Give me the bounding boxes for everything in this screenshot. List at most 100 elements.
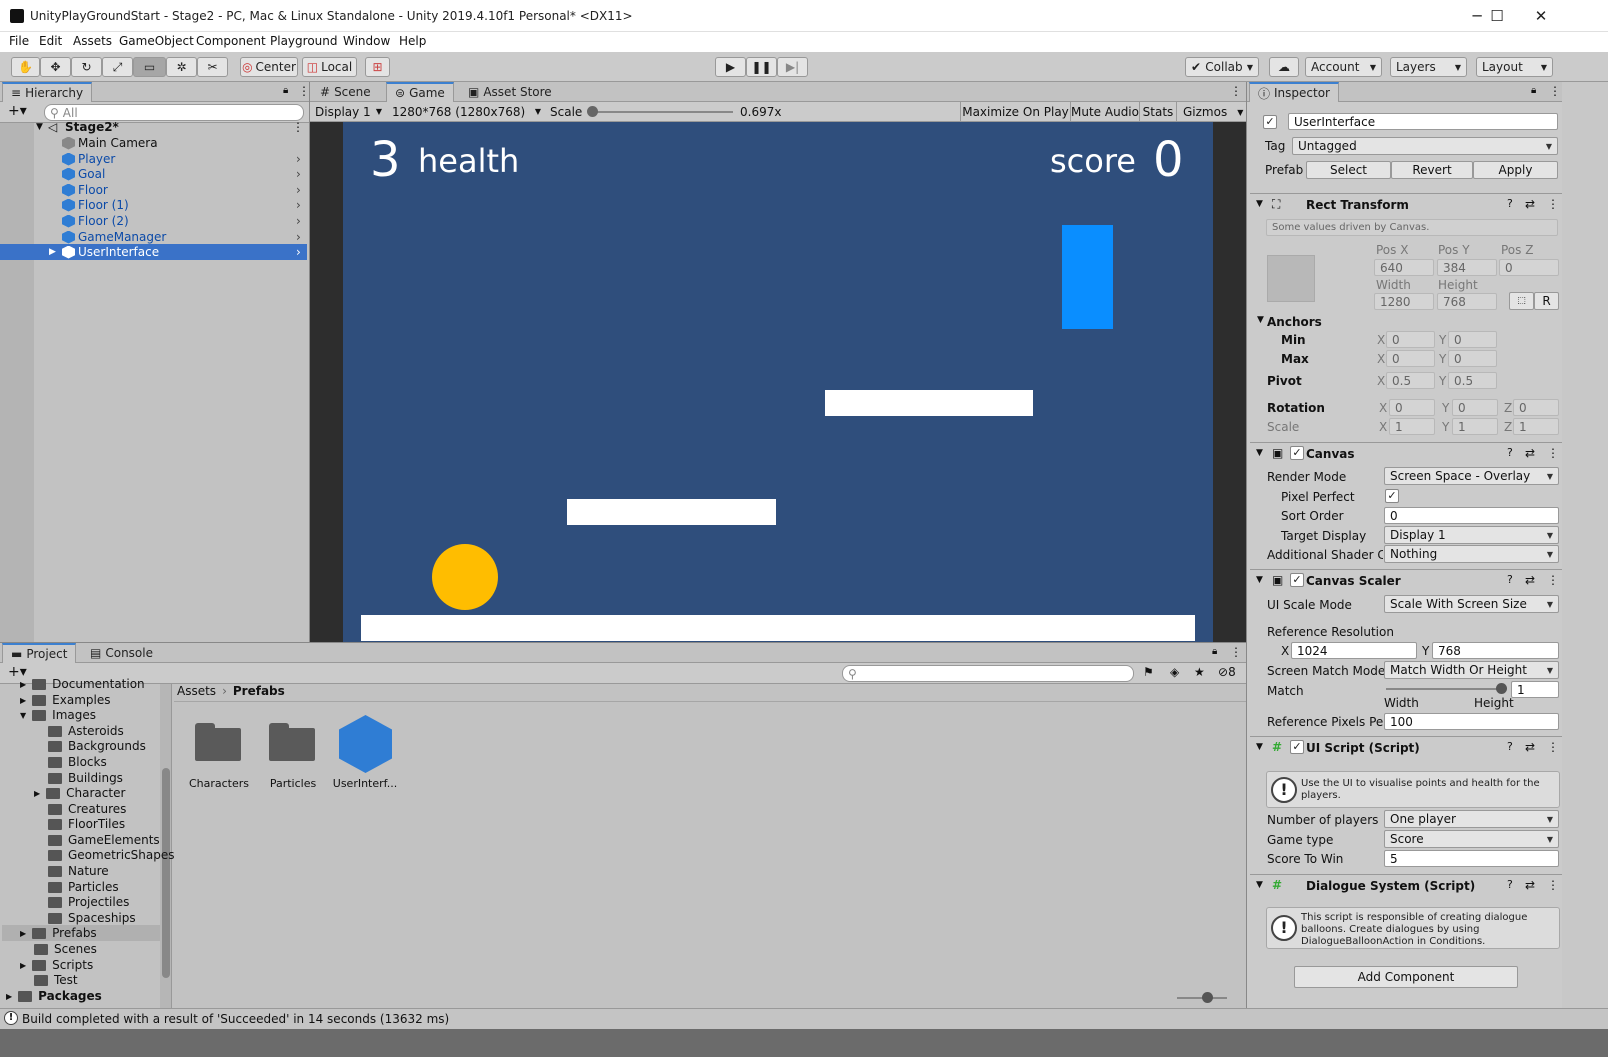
prefab-select-button[interactable]: Select: [1306, 161, 1391, 179]
blueprint-mode-icon[interactable]: ⬚: [1509, 292, 1534, 310]
rotation-x-field[interactable]: 0: [1389, 399, 1435, 416]
active-checkbox[interactable]: ✓: [1263, 115, 1277, 129]
canvas-scaler-enabled-checkbox[interactable]: ✓: [1290, 573, 1304, 587]
scene-row[interactable]: ▼ ◁ Stage2* ⋮: [0, 119, 307, 135]
game-type-dropdown[interactable]: Score ▼: [1384, 830, 1559, 848]
asset-prefab[interactable]: UserInterf...: [333, 715, 398, 801]
step-button[interactable]: ▶|: [777, 57, 808, 77]
prefab-revert-button[interactable]: Revert: [1391, 161, 1473, 179]
hierarchy-item[interactable]: Floor (1) ›: [0, 197, 307, 213]
kebab-menu-icon[interactable]: ⋮: [1547, 197, 1559, 211]
game-viewport[interactable]: 3 health score 0: [343, 122, 1213, 657]
tree-item[interactable]: Creatures: [48, 801, 126, 817]
asset-folder[interactable]: Particles: [266, 721, 326, 801]
collapse-arrow-icon[interactable]: ▼: [1257, 315, 1264, 325]
hierarchy-item[interactable]: Player ›: [0, 151, 307, 167]
rotation-y-field[interactable]: 0: [1452, 399, 1498, 416]
resolution-dropdown[interactable]: 1280*768 (1280x768) ▼: [389, 103, 544, 120]
menu-file[interactable]: File: [9, 34, 29, 48]
canvas-enabled-checkbox[interactable]: ✓: [1290, 446, 1304, 460]
ui-script-enabled-checkbox[interactable]: ✓: [1290, 740, 1304, 754]
kebab-menu-icon[interactable]: ⋮: [1230, 645, 1242, 659]
tree-item[interactable]: Test: [34, 972, 78, 988]
chevron-right-icon[interactable]: ›: [296, 214, 301, 228]
tree-item[interactable]: Particles: [48, 879, 119, 895]
filter-type-icon[interactable]: ⚑: [1143, 665, 1154, 679]
expand-arrow-icon[interactable]: ▶: [49, 247, 56, 257]
transform-tool-icon[interactable]: ✲: [166, 57, 197, 77]
gizmos-dropdown[interactable]: Gizmos ▼: [1176, 102, 1246, 122]
lock-icon[interactable]: 🔒︎: [1531, 85, 1536, 96]
hierarchy-item[interactable]: Goal ›: [0, 166, 307, 182]
tree-item-selected[interactable]: ▶ Prefabs: [2, 925, 160, 941]
tree-item[interactable]: GeometricShapes: [48, 847, 175, 863]
project-search-input[interactable]: ⚲: [842, 665, 1134, 682]
display-dropdown[interactable]: Display 1 ▼: [312, 103, 385, 120]
target-display-dropdown[interactable]: Display 1 ▼: [1384, 526, 1559, 544]
preset-icon[interactable]: ⇄: [1525, 197, 1535, 211]
play-button[interactable]: ▶: [715, 57, 746, 77]
tree-item[interactable]: ▶ Packages: [6, 988, 102, 1004]
scale-slider-track[interactable]: [593, 111, 733, 113]
help-icon[interactable]: ?: [1507, 573, 1513, 586]
anchor-min-y-field[interactable]: 0: [1448, 331, 1497, 348]
menu-help[interactable]: Help: [399, 34, 426, 48]
add-component-button[interactable]: Add Component: [1294, 966, 1518, 988]
status-message[interactable]: Build completed with a result of 'Succee…: [22, 1012, 449, 1026]
preset-icon[interactable]: ⇄: [1525, 446, 1535, 460]
hierarchy-item[interactable]: Floor ›: [0, 182, 307, 198]
menu-component[interactable]: Component: [196, 34, 266, 48]
tab-scene[interactable]: # Scene: [312, 82, 379, 102]
hidden-packages-icon[interactable]: ⊘8: [1218, 665, 1236, 679]
tree-item[interactable]: ▶ Documentation: [20, 676, 145, 692]
prefab-apply-button[interactable]: Apply: [1473, 161, 1558, 179]
chevron-right-icon[interactable]: ›: [296, 245, 301, 259]
kebab-menu-icon[interactable]: ⋮: [1549, 84, 1561, 98]
ref-resolution-y-field[interactable]: 768: [1432, 642, 1559, 659]
dialogue-system-header[interactable]: ▼ # Dialogue System (Script) ? ⇄ ⋮: [1250, 874, 1562, 896]
tree-item[interactable]: FloorTiles: [48, 816, 125, 832]
close-button[interactable]: ✕: [1518, 0, 1564, 32]
kebab-menu-icon[interactable]: ⋮: [1547, 573, 1559, 587]
tree-item[interactable]: Buildings: [48, 770, 123, 786]
scale-tool-icon[interactable]: ⤢: [102, 57, 133, 77]
layers-dropdown[interactable]: Layers ▼: [1390, 57, 1467, 77]
cloud-icon[interactable]: ☁: [1269, 57, 1299, 77]
match-value-field[interactable]: 1: [1511, 681, 1559, 698]
chevron-right-icon[interactable]: ›: [296, 198, 301, 212]
scale-slider-thumb[interactable]: [587, 106, 598, 117]
kebab-menu-icon[interactable]: ⋮: [1547, 740, 1559, 754]
rect-tool-icon[interactable]: ▭: [133, 57, 166, 77]
rotate-tool-icon[interactable]: ↻: [71, 57, 102, 77]
kebab-menu-icon[interactable]: ⋮: [1547, 878, 1559, 892]
render-mode-dropdown[interactable]: Screen Space - Overlay ▼: [1384, 467, 1559, 485]
chevron-right-icon[interactable]: ›: [296, 230, 301, 244]
hierarchy-item[interactable]: Floor (2) ›: [0, 213, 307, 229]
menu-window[interactable]: Window: [343, 34, 390, 48]
collapse-arrow-icon[interactable]: ▼: [1256, 448, 1263, 458]
tree-item[interactable]: ▶ Character: [34, 785, 125, 801]
snap-icon[interactable]: ⊞: [365, 57, 390, 77]
tree-item[interactable]: ▶ Scripts: [20, 957, 93, 973]
collapse-arrow-icon[interactable]: ▼: [1256, 199, 1263, 209]
tree-item[interactable]: Blocks: [48, 754, 107, 770]
lock-icon[interactable]: 🔒︎: [283, 85, 288, 96]
tree-item[interactable]: ▶ Examples: [20, 692, 110, 708]
pivot-center-button[interactable]: ◎ Center: [240, 57, 298, 77]
pause-button[interactable]: ❚❚: [746, 57, 777, 77]
rect-transform-header[interactable]: ▼ ⛶ Rect Transform ? ⇄ ⋮: [1250, 193, 1562, 215]
move-tool-icon[interactable]: ✥: [40, 57, 71, 77]
ui-script-header[interactable]: ▼ # ✓ UI Script (Script) ? ⇄ ⋮: [1250, 736, 1562, 758]
chevron-right-icon[interactable]: ›: [296, 183, 301, 197]
object-name-field[interactable]: UserInterface: [1288, 113, 1558, 130]
chevron-right-icon[interactable]: ›: [296, 152, 301, 166]
tree-item[interactable]: Scenes: [34, 941, 97, 957]
tab-game[interactable]: ⊜ Game: [386, 82, 454, 102]
match-slider-thumb[interactable]: [1496, 683, 1507, 694]
tree-item[interactable]: Backgrounds: [48, 738, 146, 754]
collapse-arrow-icon[interactable]: ▼: [1256, 575, 1263, 585]
pos-y-field[interactable]: 384: [1437, 259, 1497, 276]
height-field[interactable]: 768: [1437, 293, 1497, 310]
pivot-y-field[interactable]: 0.5: [1448, 372, 1497, 389]
lock-icon[interactable]: 🔒︎: [1212, 646, 1217, 657]
